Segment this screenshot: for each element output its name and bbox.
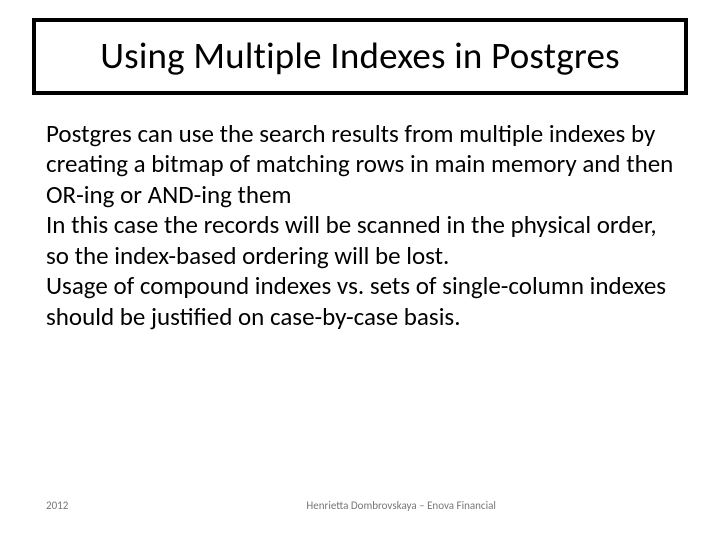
paragraph-3: Usage of compound indexes vs. sets of si… [46,271,674,332]
footer: 2012 Henrietta Dombrovskaya – Enova Fina… [46,499,674,512]
paragraph-1: Postgres can use the search results from… [46,119,674,211]
title-box: Using Multiple Indexes in Postgres [32,18,688,95]
footer-author: Henrietta Dombrovskaya – Enova Financial [68,499,674,512]
slide: Using Multiple Indexes in Postgres Postg… [0,0,720,540]
footer-year: 2012 [46,499,68,512]
paragraph-2: In this case the records will be scanned… [46,210,674,271]
slide-title: Using Multiple Indexes in Postgres [54,36,666,77]
body-text: Postgres can use the search results from… [28,119,692,333]
